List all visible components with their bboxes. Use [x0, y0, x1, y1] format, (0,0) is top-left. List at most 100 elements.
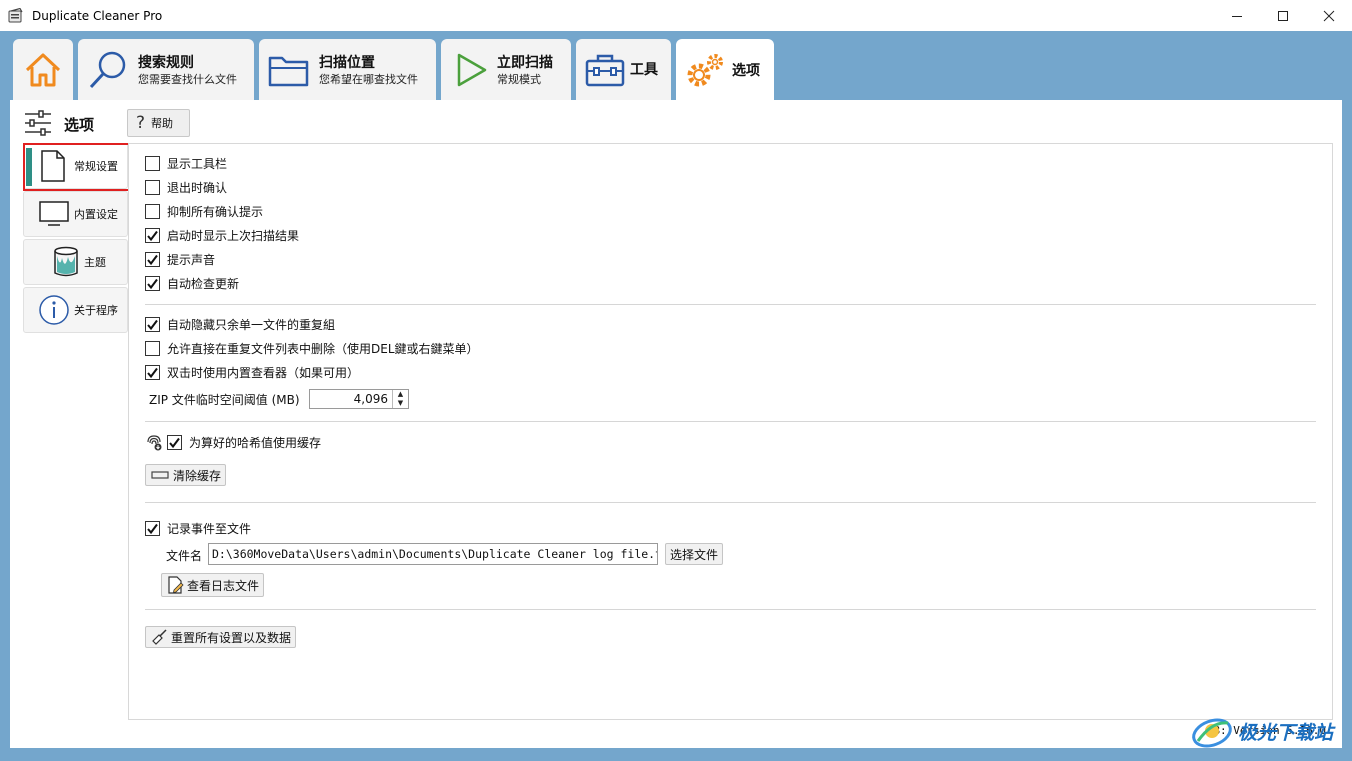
- stepper-down-icon[interactable]: ▼: [393, 399, 408, 408]
- minimize-icon: [1232, 15, 1242, 17]
- checkmark-icon: [147, 367, 158, 379]
- tab-scan-location-sub: 您希望在哪查找文件: [319, 72, 418, 86]
- choose-file-button[interactable]: 选择文件: [665, 543, 724, 565]
- watermark-text: 极光下载站: [1238, 721, 1334, 744]
- maximize-button[interactable]: [1260, 0, 1306, 31]
- nav-theme[interactable]: 主题: [23, 239, 128, 285]
- tab-scan-now-label: 立即扫描: [497, 54, 553, 71]
- tab-options[interactable]: 选项: [676, 39, 774, 103]
- title-bar: Duplicate Cleaner Pro: [0, 0, 1352, 31]
- tab-home[interactable]: [13, 39, 73, 101]
- checkbox-box[interactable]: [145, 317, 160, 332]
- checkbox-box[interactable]: [145, 341, 160, 356]
- checkbox-label: 允许直接在重复文件列表中删除（使用DEL鍵或右鍵菜单）: [167, 342, 479, 356]
- checkbox-label: 提示声音: [167, 253, 216, 267]
- checkbox-box[interactable]: [145, 180, 160, 195]
- checkbox-auto-update[interactable]: 自动检查更新: [145, 275, 239, 292]
- view-log-label: 查看日志文件: [187, 578, 260, 593]
- sliders-icon: [25, 110, 51, 136]
- checkbox-label: 自动检查更新: [167, 277, 240, 291]
- options-area: [128, 143, 1333, 720]
- checkbox-auto-hide-single[interactable]: 自动隐藏只余单一文件的重复組: [145, 316, 335, 333]
- divider: [145, 304, 1316, 305]
- checkbox-show-last-results[interactable]: 启动时显示上次扫描结果: [145, 227, 299, 244]
- gears-icon: [687, 54, 723, 87]
- checkmark-icon: [147, 319, 158, 331]
- checkbox-box[interactable]: [145, 276, 160, 291]
- tab-scan-now[interactable]: 立即扫描 常规模式: [441, 39, 571, 101]
- monitor-icon: [39, 201, 69, 226]
- stepper-up-icon[interactable]: ▲: [393, 390, 408, 399]
- help-button[interactable]: ? 帮助: [127, 109, 190, 137]
- checkmark-icon: [147, 278, 158, 290]
- reset-all-label: 重置所有设置以及数据: [171, 630, 292, 645]
- nav-builtin-settings[interactable]: 内置设定: [23, 191, 128, 237]
- watermark-logo-icon: [1192, 718, 1232, 748]
- clear-cache-label: 清除缓存: [173, 468, 222, 483]
- checkbox-suppress-confirm[interactable]: 抑制所有确认提示: [145, 203, 263, 220]
- checkbox-sound[interactable]: 提示声音: [145, 251, 215, 268]
- close-button[interactable]: [1306, 0, 1352, 31]
- checkbox-log-to-file[interactable]: 记录事件至文件: [145, 520, 251, 537]
- checkbox-label: 抑制所有确认提示: [167, 205, 264, 219]
- maximize-icon: [1278, 10, 1288, 21]
- paint-bucket-icon: [54, 246, 78, 277]
- reset-all-button[interactable]: 重置所有设置以及数据: [145, 626, 297, 648]
- zip-threshold-value[interactable]: 4,096: [310, 390, 392, 408]
- checkbox-box[interactable]: [145, 204, 160, 219]
- selection-highlight: [23, 143, 139, 191]
- app-icon: [8, 7, 23, 22]
- nav-theme-label: 主题: [84, 256, 106, 269]
- info-icon: [39, 295, 69, 325]
- checkbox-label: 为算好的哈希值使用缓存: [189, 436, 322, 450]
- checkbox-confirm-exit[interactable]: 退出时确认: [145, 179, 227, 196]
- nav-builtin-settings-label: 内置设定: [74, 208, 118, 221]
- page-title: 选项: [64, 116, 95, 134]
- checkbox-builtin-viewer[interactable]: 双击时使用内置查看器（如果可用）: [145, 364, 359, 381]
- divider: [145, 421, 1316, 422]
- choose-file-label: 选择文件: [670, 547, 719, 562]
- checkbox-show-toolbar[interactable]: 显示工具栏: [145, 155, 227, 172]
- log-file-path-input[interactable]: D:\360MoveData\Users\admin\Documents\Dup…: [208, 543, 658, 565]
- tab-tools[interactable]: 工具: [576, 39, 671, 101]
- play-icon: [457, 53, 487, 87]
- nav-about-label: 关于程序: [74, 304, 118, 317]
- checkbox-box[interactable]: [145, 521, 160, 536]
- tab-search-rules-sub: 您需要查找什么文件: [138, 72, 237, 86]
- checkbox-label: 自动隐藏只余单一文件的重复組: [167, 318, 336, 332]
- view-log-button[interactable]: 查看日志文件: [161, 573, 265, 597]
- tab-options-label: 选项: [732, 63, 760, 79]
- checkbox-box[interactable]: [145, 252, 160, 267]
- tab-scan-location[interactable]: 扫描位置 您希望在哪查找文件: [259, 39, 436, 101]
- watermark: 极光下载站: [1190, 708, 1350, 754]
- nav-about[interactable]: 关于程序: [23, 287, 128, 333]
- clear-cache-button[interactable]: 清除缓存: [145, 464, 227, 486]
- checkmark-icon: [147, 523, 158, 535]
- minimize-button[interactable]: [1214, 0, 1260, 31]
- eraser-icon: [151, 471, 169, 479]
- checkbox-label: 双击时使用内置查看器（如果可用）: [167, 366, 360, 380]
- checkbox-allow-direct-delete[interactable]: 允许直接在重复文件列表中删除（使用DEL鍵或右鍵菜单）: [145, 340, 479, 357]
- checkmark-icon: [169, 437, 180, 449]
- fingerprint-icon: [147, 435, 162, 451]
- checkbox-label: 显示工具栏: [167, 157, 228, 171]
- checkbox-label: 退出时确认: [167, 181, 228, 195]
- folder-icon: [268, 56, 309, 87]
- file-name-label: 文件名: [166, 549, 203, 563]
- tab-scan-now-sub: 常规模式: [497, 72, 541, 86]
- zip-threshold-stepper[interactable]: 4,096 ▲ ▼: [309, 389, 409, 409]
- tab-tools-label: 工具: [630, 62, 658, 78]
- checkbox-label: 记录事件至文件: [167, 522, 252, 536]
- help-button-label: 帮助: [151, 117, 174, 130]
- question-icon: ?: [136, 113, 146, 133]
- tab-scan-location-label: 扫描位置: [319, 54, 375, 71]
- broom-icon: [152, 629, 167, 645]
- checkbox-box[interactable]: [167, 435, 182, 450]
- tab-search-rules[interactable]: 搜索规则 您需要查找什么文件: [78, 39, 254, 101]
- checkbox-hash-cache[interactable]: 为算好的哈希值使用缓存: [167, 434, 321, 451]
- checkbox-box[interactable]: [145, 365, 160, 380]
- close-icon: [1323, 10, 1335, 21]
- checkbox-box[interactable]: [145, 228, 160, 243]
- checkbox-box[interactable]: [145, 156, 160, 171]
- divider: [145, 609, 1316, 610]
